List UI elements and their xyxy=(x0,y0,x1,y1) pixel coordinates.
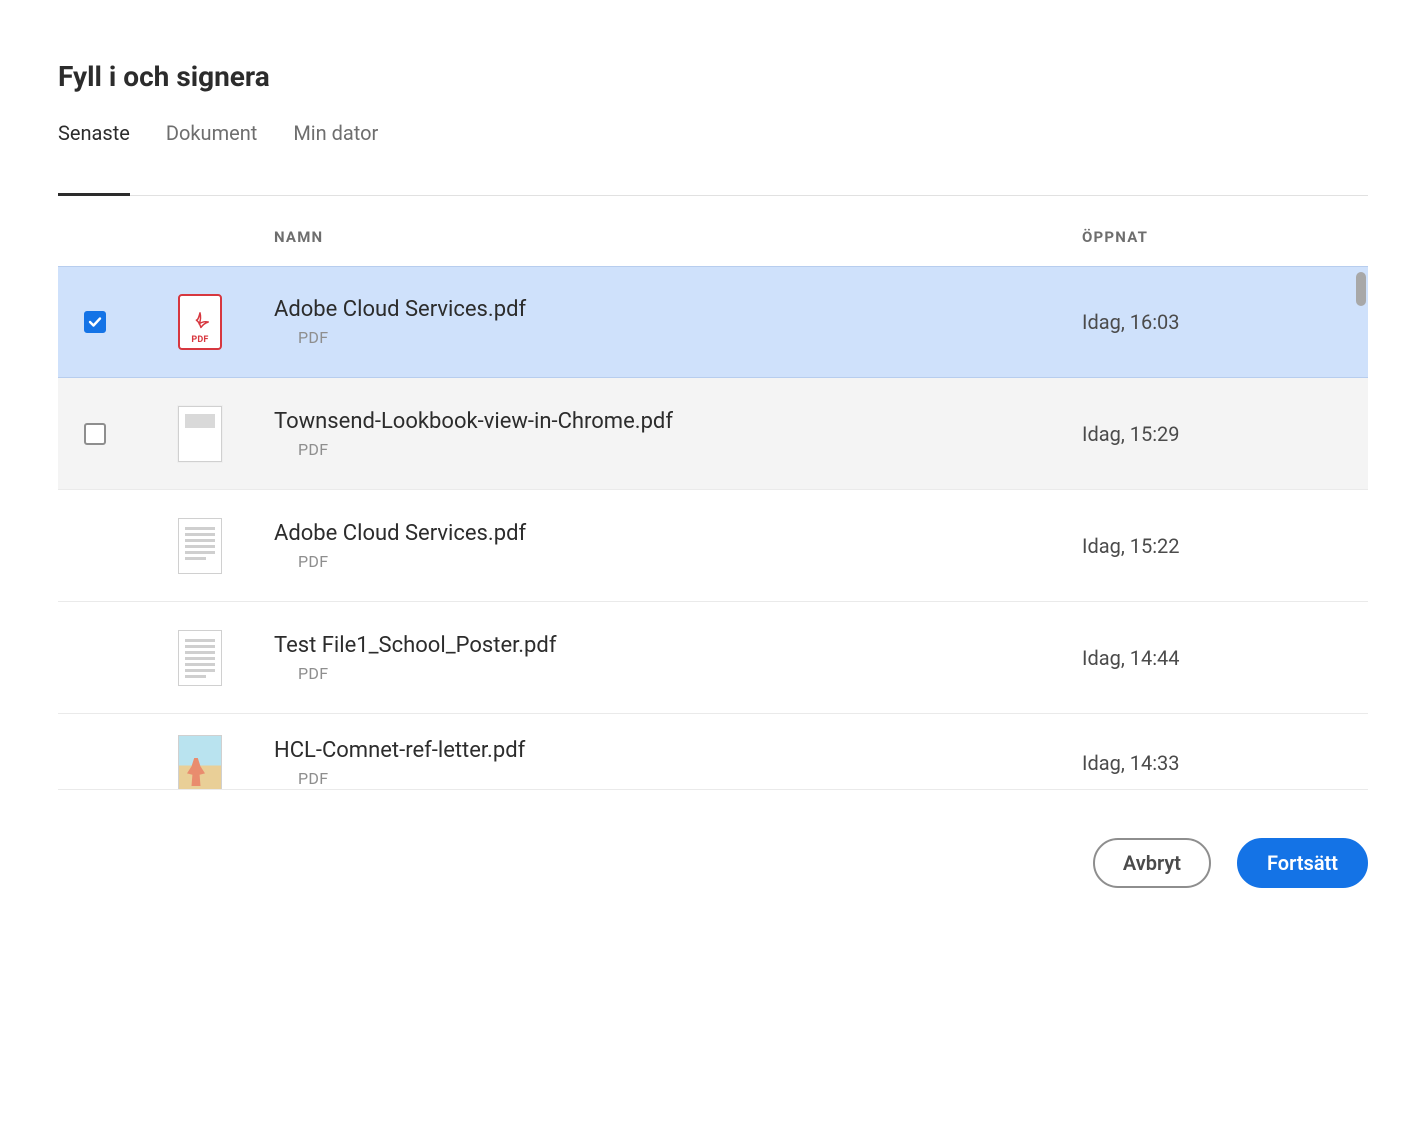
continue-button[interactable]: Fortsätt xyxy=(1237,838,1368,888)
row-checkbox[interactable] xyxy=(84,423,106,445)
document-thumbnail-icon xyxy=(178,630,222,686)
tab-documents[interactable]: Dokument xyxy=(166,121,257,195)
scrollbar-thumb[interactable] xyxy=(1356,272,1366,306)
document-thumbnail-icon xyxy=(178,518,222,574)
row-checkbox[interactable] xyxy=(84,311,106,333)
document-thumbnail-icon xyxy=(178,735,222,790)
file-name: HCL-Comnet-ref-letter.pdf xyxy=(274,738,1082,763)
tab-recent[interactable]: Senaste xyxy=(58,121,130,195)
pdf-badge-label: PDF xyxy=(191,335,208,345)
table-row[interactable]: Townsend-Lookbook-view-in-Chrome.pdf PDF… xyxy=(58,378,1368,490)
column-header-opened[interactable]: ÖPPNAT xyxy=(1082,228,1368,246)
file-table: NAMN ÖPPNAT xyxy=(58,196,1368,790)
file-name: Test File1_School_Poster.pdf xyxy=(274,633,1082,658)
file-type: PDF xyxy=(274,552,1082,571)
file-opened: Idag, 14:33 xyxy=(1082,751,1368,775)
file-name: Adobe Cloud Services.pdf xyxy=(274,521,1082,546)
file-opened: Idag, 14:44 xyxy=(1082,646,1368,670)
cancel-button[interactable]: Avbryt xyxy=(1093,838,1211,888)
file-type: PDF xyxy=(274,328,1082,347)
file-opened: Idag, 16:03 xyxy=(1082,310,1368,334)
file-rows: PDF Adobe Cloud Services.pdf PDF Idag, 1… xyxy=(58,266,1368,790)
file-type: PDF xyxy=(274,440,1082,459)
document-thumbnail-icon xyxy=(178,406,222,462)
dialog-title: Fyll i och signera xyxy=(58,60,1368,93)
table-header: NAMN ÖPPNAT xyxy=(58,196,1368,266)
tab-my-computer[interactable]: Min dator xyxy=(293,121,378,195)
file-opened: Idag, 15:22 xyxy=(1082,534,1368,558)
table-row[interactable]: PDF Adobe Cloud Services.pdf PDF Idag, 1… xyxy=(58,266,1368,378)
file-name: Adobe Cloud Services.pdf xyxy=(274,297,1082,322)
file-name: Townsend-Lookbook-view-in-Chrome.pdf xyxy=(274,409,1082,434)
table-row[interactable]: Test File1_School_Poster.pdf PDF Idag, 1… xyxy=(58,602,1368,714)
acrobat-icon xyxy=(189,311,211,333)
source-tabs: Senaste Dokument Min dator xyxy=(58,121,1368,196)
file-type: PDF xyxy=(274,664,1082,683)
checkmark-icon xyxy=(88,315,102,329)
column-header-name[interactable]: NAMN xyxy=(274,228,1082,246)
file-opened: Idag, 15:29 xyxy=(1082,422,1368,446)
dialog-footer: Avbryt Fortsätt xyxy=(58,790,1368,888)
table-row[interactable]: Adobe Cloud Services.pdf PDF Idag, 15:22 xyxy=(58,490,1368,602)
file-type: PDF xyxy=(274,769,1082,788)
table-row[interactable]: HCL-Comnet-ref-letter.pdf PDF Idag, 14:3… xyxy=(58,714,1368,790)
pdf-file-icon: PDF xyxy=(178,294,222,350)
